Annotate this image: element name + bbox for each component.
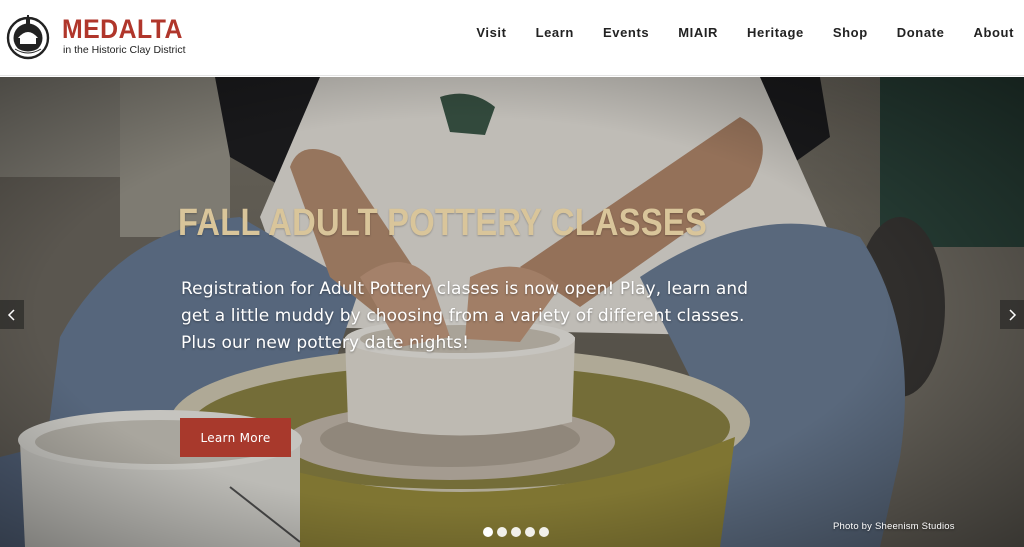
- slider-dot-3[interactable]: [511, 527, 521, 537]
- nav-item-heritage[interactable]: Heritage: [747, 22, 804, 44]
- hero-description: Registration for Adult Pottery classes i…: [181, 279, 749, 353]
- chevron-left-icon: [7, 308, 15, 321]
- slider-dot-4[interactable]: [525, 527, 535, 537]
- logo-tagline: in the Historic Clay District: [63, 44, 186, 56]
- slider-dot-1[interactable]: [483, 527, 493, 537]
- hero-title: FALL ADULT POTTERY CLASSES: [178, 202, 708, 244]
- chevron-right-icon: [1009, 308, 1017, 321]
- slider-dot-5[interactable]: [539, 527, 549, 537]
- nav-item-miair[interactable]: MIAIR: [678, 22, 718, 44]
- nav-item-visit[interactable]: Visit: [476, 22, 506, 44]
- learn-more-button[interactable]: Learn More: [180, 418, 291, 457]
- nav-item-donate[interactable]: Donate: [897, 22, 945, 44]
- slider-dot-2[interactable]: [497, 527, 507, 537]
- slider-next-button[interactable]: [1000, 300, 1024, 329]
- photo-credit: Photo by Sheenism Studios: [833, 521, 955, 532]
- hero-slider: FALL ADULT POTTERY CLASSES Registration …: [0, 77, 1024, 547]
- site-header: MEDALTA in the Historic Clay District Vi…: [0, 0, 1024, 76]
- site-logo[interactable]: MEDALTA in the Historic Clay District: [4, 12, 186, 60]
- nav-item-shop[interactable]: Shop: [833, 22, 868, 44]
- medalta-logo-icon: [6, 15, 50, 60]
- nav-item-events[interactable]: Events: [603, 22, 649, 44]
- slider-pagination: [483, 527, 549, 537]
- logo-wordmark: MEDALTA: [62, 14, 183, 44]
- nav-item-learn[interactable]: Learn: [536, 22, 574, 44]
- nav-item-about[interactable]: About: [973, 22, 1014, 44]
- main-nav: Visit Learn Events MIAIR Heritage Shop D…: [476, 22, 1014, 44]
- slider-prev-button[interactable]: [0, 300, 24, 329]
